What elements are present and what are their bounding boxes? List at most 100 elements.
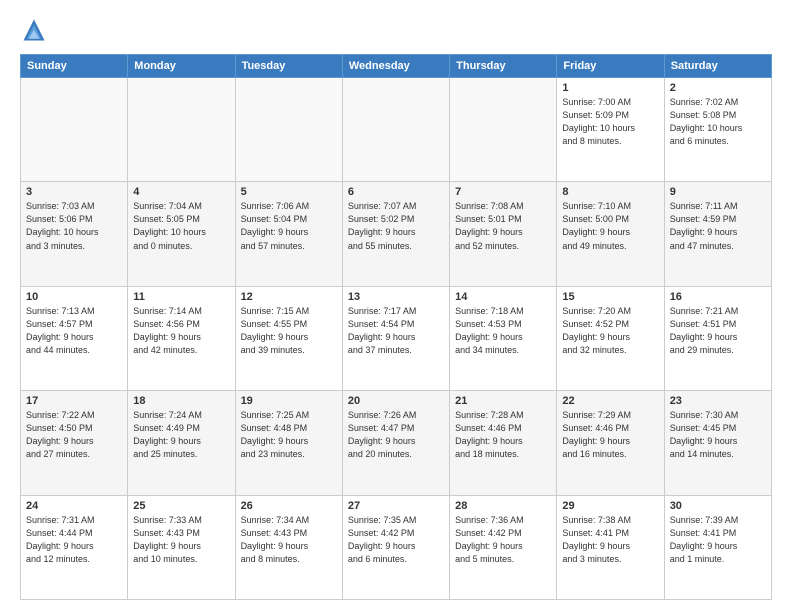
calendar-cell: 10 Sunrise: 7:13 AM Sunset: 4:57 PM Dayli… [21,286,128,390]
day-info: Sunrise: 7:35 AM Sunset: 4:42 PM Dayligh… [348,514,444,566]
day-info: Sunrise: 7:22 AM Sunset: 4:50 PM Dayligh… [26,409,122,461]
day-info: Sunrise: 7:02 AM Sunset: 5:08 PM Dayligh… [670,96,766,148]
calendar-cell: 21 Sunrise: 7:28 AM Sunset: 4:46 PM Dayli… [450,391,557,495]
calendar-table: SundayMondayTuesdayWednesdayThursdayFrid… [20,54,772,600]
calendar-cell [450,78,557,182]
weekday-header-tuesday: Tuesday [235,55,342,78]
calendar-cell: 24 Sunrise: 7:31 AM Sunset: 4:44 PM Dayli… [21,495,128,599]
day-info: Sunrise: 7:21 AM Sunset: 4:51 PM Dayligh… [670,305,766,357]
day-number: 30 [670,500,766,512]
weekday-header-row: SundayMondayTuesdayWednesdayThursdayFrid… [21,55,772,78]
calendar-cell: 17 Sunrise: 7:22 AM Sunset: 4:50 PM Dayli… [21,391,128,495]
week-row-3: 10 Sunrise: 7:13 AM Sunset: 4:57 PM Dayli… [21,286,772,390]
day-number: 11 [133,291,229,303]
calendar-cell [342,78,449,182]
day-info: Sunrise: 7:31 AM Sunset: 4:44 PM Dayligh… [26,514,122,566]
calendar-cell [128,78,235,182]
calendar-cell: 2 Sunrise: 7:02 AM Sunset: 5:08 PM Daylig… [664,78,771,182]
calendar-cell: 14Sunrise: 7:18 AM Sunset: 4:53 PM Dayli… [450,286,557,390]
day-number: 27 [348,500,444,512]
logo [20,16,52,44]
day-number: 19 [241,395,337,407]
week-row-2: 3Sunrise: 7:03 AM Sunset: 5:06 PM Daylig… [21,182,772,286]
day-number: 23 [670,395,766,407]
day-number: 13 [348,291,444,303]
day-info: Sunrise: 7:28 AM Sunset: 4:46 PM Dayligh… [455,409,551,461]
day-info: Sunrise: 7:11 AM Sunset: 4:59 PM Dayligh… [670,200,766,252]
day-info: Sunrise: 7:26 AM Sunset: 4:47 PM Dayligh… [348,409,444,461]
day-number: 28 [455,500,551,512]
day-number: 17 [26,395,122,407]
weekday-header-friday: Friday [557,55,664,78]
day-number: 20 [348,395,444,407]
day-info: Sunrise: 7:15 AM Sunset: 4:55 PM Dayligh… [241,305,337,357]
day-number: 6 [348,186,444,198]
day-number: 1 [562,82,658,94]
day-info: Sunrise: 7:20 AM Sunset: 4:52 PM Dayligh… [562,305,658,357]
day-number: 12 [241,291,337,303]
day-info: Sunrise: 7:18 AM Sunset: 4:53 PM Dayligh… [455,305,551,357]
day-number: 26 [241,500,337,512]
day-number: 18 [133,395,229,407]
calendar-cell: 26 Sunrise: 7:34 AM Sunset: 4:43 PM Dayli… [235,495,342,599]
day-info: Sunrise: 7:29 AM Sunset: 4:46 PM Dayligh… [562,409,658,461]
weekday-header-thursday: Thursday [450,55,557,78]
week-row-5: 24 Sunrise: 7:31 AM Sunset: 4:44 PM Dayli… [21,495,772,599]
calendar-cell: 18 Sunrise: 7:24 AM Sunset: 4:49 PM Dayli… [128,391,235,495]
day-number: 2 [670,82,766,94]
calendar-cell [21,78,128,182]
day-info: Sunrise: 7:07 AM Sunset: 5:02 PM Dayligh… [348,200,444,252]
day-number: 7 [455,186,551,198]
calendar-cell: 6 Sunrise: 7:07 AM Sunset: 5:02 PM Daylig… [342,182,449,286]
day-info: Sunrise: 7:10 AM Sunset: 5:00 PM Dayligh… [562,200,658,252]
day-info: Sunrise: 7:06 AM Sunset: 5:04 PM Dayligh… [241,200,337,252]
day-info: Sunrise: 7:08 AM Sunset: 5:01 PM Dayligh… [455,200,551,252]
day-info: Sunrise: 7:39 AM Sunset: 4:41 PM Dayligh… [670,514,766,566]
calendar-cell: 8 Sunrise: 7:10 AM Sunset: 5:00 PM Daylig… [557,182,664,286]
weekday-header-wednesday: Wednesday [342,55,449,78]
day-number: 16 [670,291,766,303]
calendar-cell: 1 Sunrise: 7:00 AM Sunset: 5:09 PM Daylig… [557,78,664,182]
calendar-cell: 19 Sunrise: 7:25 AM Sunset: 4:48 PM Dayli… [235,391,342,495]
calendar-cell: 28Sunrise: 7:36 AM Sunset: 4:42 PM Dayli… [450,495,557,599]
day-number: 4 [133,186,229,198]
day-info: Sunrise: 7:33 AM Sunset: 4:43 PM Dayligh… [133,514,229,566]
weekday-header-monday: Monday [128,55,235,78]
calendar-cell: 4Sunrise: 7:04 AM Sunset: 5:05 PM Daylig… [128,182,235,286]
calendar-cell: 22Sunrise: 7:29 AM Sunset: 4:46 PM Dayli… [557,391,664,495]
day-info: Sunrise: 7:25 AM Sunset: 4:48 PM Dayligh… [241,409,337,461]
calendar-cell: 27 Sunrise: 7:35 AM Sunset: 4:42 PM Dayli… [342,495,449,599]
day-number: 5 [241,186,337,198]
calendar-cell: 13Sunrise: 7:17 AM Sunset: 4:54 PM Dayli… [342,286,449,390]
calendar-cell: 29Sunrise: 7:38 AM Sunset: 4:41 PM Dayli… [557,495,664,599]
day-info: Sunrise: 7:13 AM Sunset: 4:57 PM Dayligh… [26,305,122,357]
day-number: 8 [562,186,658,198]
day-info: Sunrise: 7:38 AM Sunset: 4:41 PM Dayligh… [562,514,658,566]
calendar-cell: 16 Sunrise: 7:21 AM Sunset: 4:51 PM Dayli… [664,286,771,390]
week-row-1: 1 Sunrise: 7:00 AM Sunset: 5:09 PM Daylig… [21,78,772,182]
calendar-cell: 5 Sunrise: 7:06 AM Sunset: 5:04 PM Daylig… [235,182,342,286]
calendar-cell: 7 Sunrise: 7:08 AM Sunset: 5:01 PM Daylig… [450,182,557,286]
day-info: Sunrise: 7:30 AM Sunset: 4:45 PM Dayligh… [670,409,766,461]
day-number: 3 [26,186,122,198]
calendar-cell: 11Sunrise: 7:14 AM Sunset: 4:56 PM Dayli… [128,286,235,390]
weekday-header-sunday: Sunday [21,55,128,78]
day-number: 10 [26,291,122,303]
day-number: 21 [455,395,551,407]
day-number: 25 [133,500,229,512]
day-info: Sunrise: 7:34 AM Sunset: 4:43 PM Dayligh… [241,514,337,566]
calendar-cell: 25 Sunrise: 7:33 AM Sunset: 4:43 PM Dayli… [128,495,235,599]
calendar-cell: 3Sunrise: 7:03 AM Sunset: 5:06 PM Daylig… [21,182,128,286]
day-number: 24 [26,500,122,512]
logo-icon [20,16,48,44]
header [20,16,772,44]
day-info: Sunrise: 7:24 AM Sunset: 4:49 PM Dayligh… [133,409,229,461]
calendar-cell: 23 Sunrise: 7:30 AM Sunset: 4:45 PM Dayli… [664,391,771,495]
calendar-cell: 9 Sunrise: 7:11 AM Sunset: 4:59 PM Daylig… [664,182,771,286]
week-row-4: 17 Sunrise: 7:22 AM Sunset: 4:50 PM Dayli… [21,391,772,495]
page: SundayMondayTuesdayWednesdayThursdayFrid… [0,0,792,612]
calendar-cell: 30 Sunrise: 7:39 AM Sunset: 4:41 PM Dayli… [664,495,771,599]
calendar-cell: 15Sunrise: 7:20 AM Sunset: 4:52 PM Dayli… [557,286,664,390]
day-number: 9 [670,186,766,198]
day-info: Sunrise: 7:00 AM Sunset: 5:09 PM Dayligh… [562,96,658,148]
